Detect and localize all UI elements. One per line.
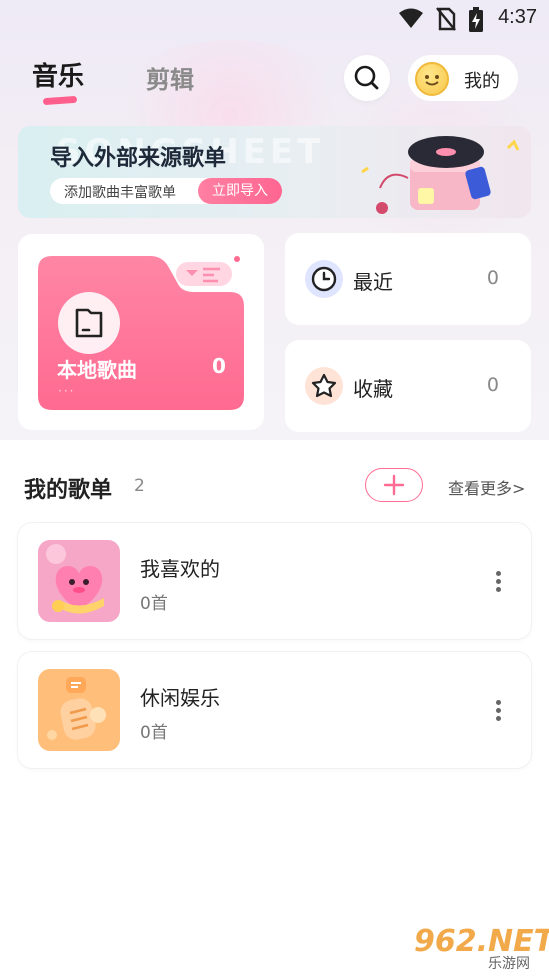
heart-cover-icon (38, 540, 120, 622)
watermark-sub: 乐游网 (488, 956, 530, 972)
my-playlists-count: 2 (134, 476, 145, 496)
local-songs-label: 本地歌曲 (57, 358, 137, 382)
playlist-item[interactable]: 休闲娱乐 0首 (18, 652, 531, 768)
playlist-name: 我喜欢的 (140, 557, 220, 581)
recent-card[interactable]: 最近 0 (285, 233, 531, 325)
favorites-card[interactable]: 收藏 0 (285, 340, 531, 432)
banner-pill: 添加歌曲丰富歌单 立即导入 (50, 178, 282, 204)
local-songs-card[interactable] (18, 234, 264, 430)
playlist-song-count: 0首 (140, 594, 168, 614)
banner-subtitle: 添加歌曲丰富歌单 (64, 185, 176, 201)
mine-button[interactable]: 我的 (408, 55, 518, 101)
smiley-icon (425, 75, 439, 86)
my-playlists-title: 我的歌单 (24, 478, 113, 503)
playlist-song-count: 0首 (140, 723, 168, 743)
import-now-button[interactable]: 立即导入 (198, 178, 282, 204)
site-watermark: 962.NET 乐游网 (408, 924, 549, 972)
local-folder-icon (58, 292, 120, 354)
add-playlist-button[interactable] (365, 468, 423, 502)
mine-label: 我的 (464, 71, 500, 92)
local-songs-dots: ··· (58, 384, 76, 398)
playlist-name: 休闲娱乐 (140, 686, 220, 710)
local-songs-count: 0 (212, 354, 226, 378)
plus-icon (383, 474, 405, 496)
microphone-cover-icon (38, 669, 120, 751)
banner-title: 导入外部来源歌单 (50, 146, 227, 171)
more-options-icon[interactable] (489, 563, 509, 599)
tab-edit[interactable]: 剪辑 (146, 60, 194, 95)
see-more-link[interactable]: 查看更多> (448, 475, 525, 499)
battery-charging-icon (469, 7, 483, 32)
recent-count: 0 (486, 267, 499, 289)
avatar (415, 62, 449, 96)
search-icon (354, 65, 379, 90)
status-bar: 4:37 (0, 0, 549, 36)
clock-icon (305, 260, 343, 298)
recent-label: 最近 (353, 270, 393, 294)
star-icon (305, 367, 343, 405)
favorites-count: 0 (486, 374, 499, 396)
import-banner[interactable]: SONGSHEET 导入外部来源歌单 添加歌曲丰富歌单 立即导入 (18, 126, 531, 218)
status-time: 4:37 (498, 6, 537, 28)
tab-music[interactable]: 音乐 (32, 56, 84, 93)
more-options-icon[interactable] (489, 692, 509, 728)
playlist-item[interactable]: 我喜欢的 0首 (18, 523, 531, 639)
no-sim-icon (436, 7, 456, 31)
search-button[interactable] (344, 55, 390, 101)
turntable-illustration (361, 136, 520, 214)
favorites-label: 收藏 (353, 377, 393, 401)
wifi-icon (399, 8, 423, 28)
